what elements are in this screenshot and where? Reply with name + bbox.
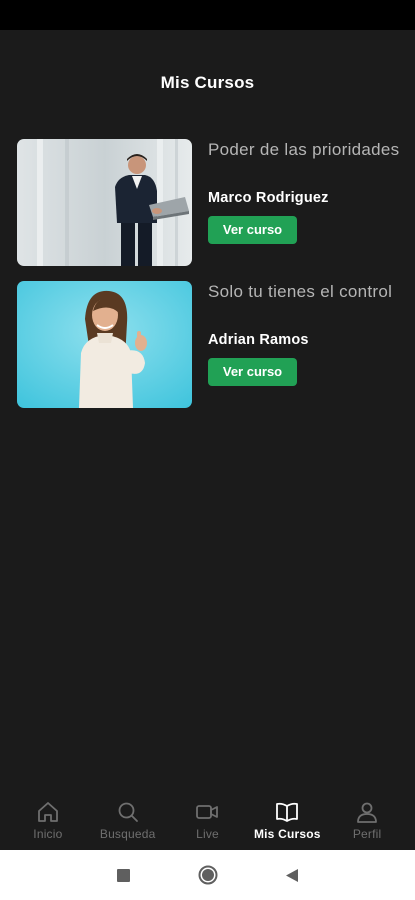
search-icon [118, 802, 138, 822]
recents-button[interactable] [113, 864, 135, 886]
course-thumbnail[interactable] [17, 139, 192, 266]
open-book-icon [276, 802, 299, 822]
nav-item-perfil[interactable]: Perfil [327, 793, 407, 849]
view-course-button[interactable]: Ver curso [208, 216, 297, 244]
course-thumbnail[interactable] [17, 281, 192, 408]
bottom-nav: Inicio Busqueda Live Mis Cursos Perfil [0, 793, 415, 849]
nav-label: Perfil [352, 827, 382, 841]
home-button[interactable] [197, 864, 219, 886]
person-icon [357, 802, 377, 823]
square-icon [117, 868, 130, 882]
course-author: Adrian Ramos [208, 332, 309, 348]
circle-icon [198, 865, 217, 885]
nav-label: Inicio [33, 827, 63, 841]
nav-label: Busqueda [99, 827, 156, 841]
view-course-button[interactable]: Ver curso [208, 358, 297, 386]
back-triangle-icon [285, 868, 298, 882]
back-button[interactable] [281, 864, 303, 886]
nav-item-mis-cursos[interactable]: Mis Cursos [247, 793, 327, 849]
course-title[interactable]: Poder de las prioridades [208, 139, 403, 160]
nav-item-busqueda[interactable]: Busqueda [88, 793, 168, 849]
nav-label: Live [196, 827, 219, 841]
page-title: Mis Cursos [160, 73, 255, 92]
screen: Mis Cursos Poder de las prioridades Marc… [0, 0, 415, 900]
nav-label: Mis Cursos [253, 827, 321, 841]
course-card[interactable]: Poder de las prioridades Marco Rodriguez… [17, 139, 407, 267]
nav-item-live[interactable]: Live [168, 793, 248, 849]
video-camera-icon [196, 805, 219, 819]
course-card[interactable]: Solo tu tienes el control Adrian Ramos V… [17, 281, 407, 409]
course-title[interactable]: Solo tu tienes el control [208, 281, 403, 302]
status-bar [0, 0, 415, 30]
course-author: Marco Rodriguez [208, 190, 329, 206]
nav-item-inicio[interactable]: Inicio [8, 793, 88, 849]
home-icon [37, 802, 58, 822]
system-nav-bar [0, 850, 415, 900]
